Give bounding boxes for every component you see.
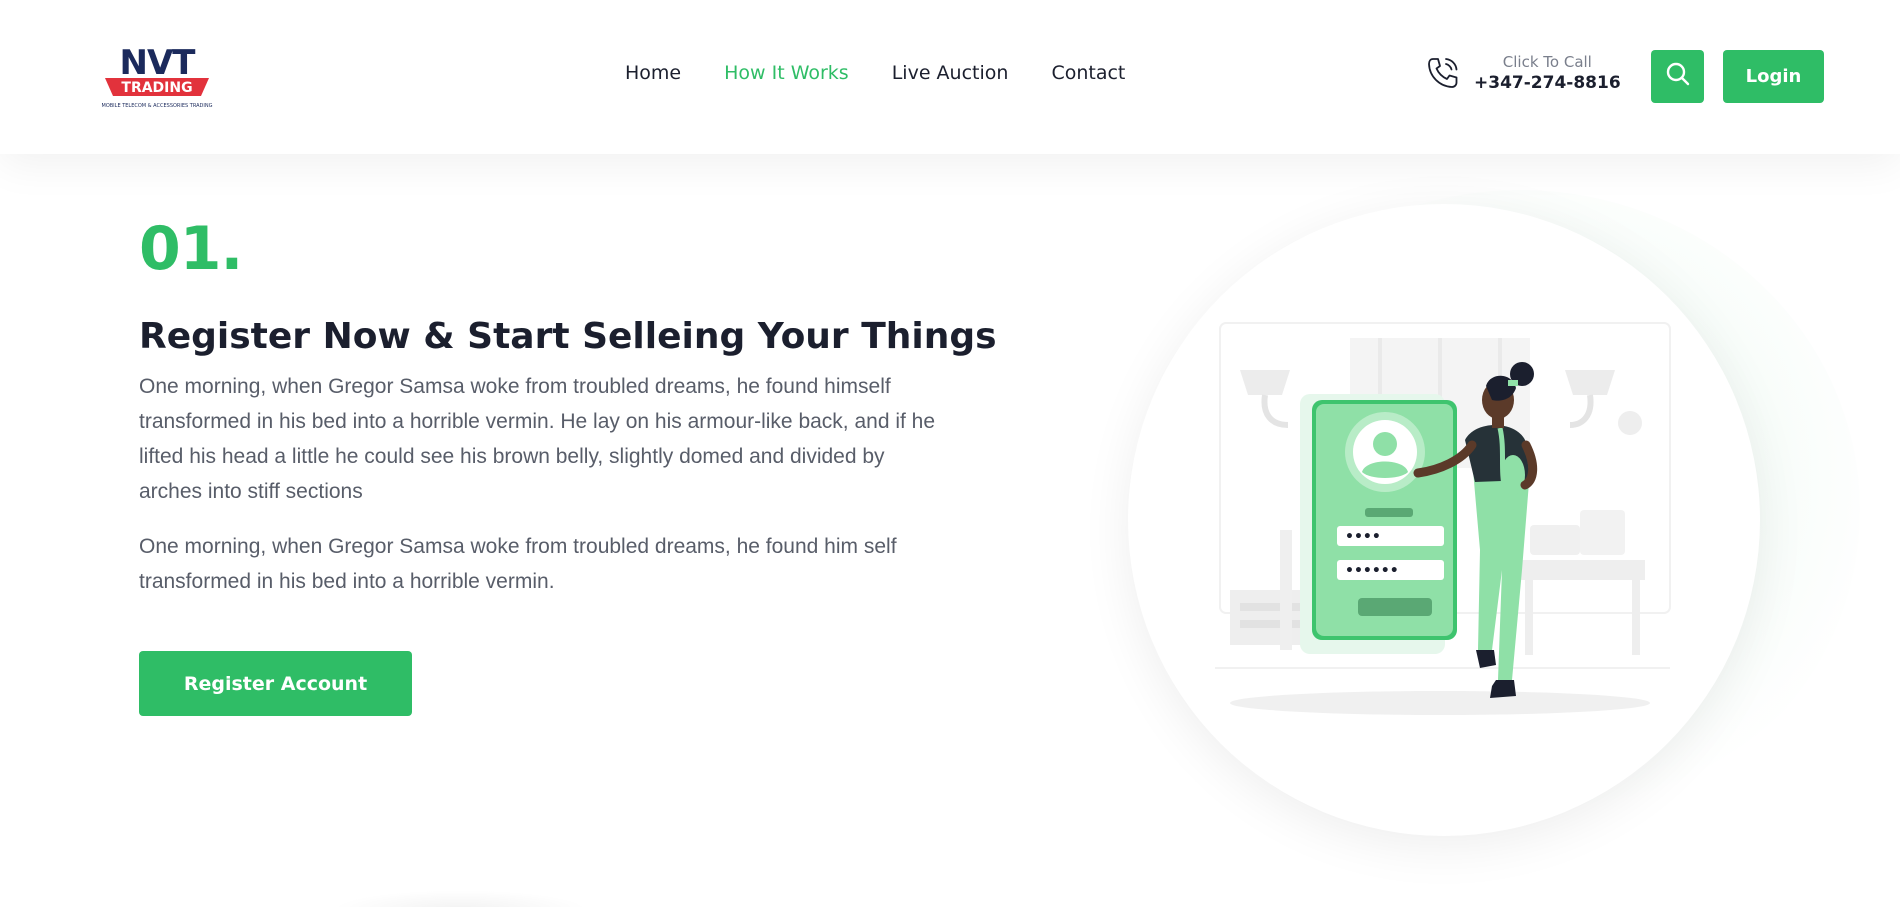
register-account-button[interactable]: Register Account xyxy=(139,651,412,716)
nav-home[interactable]: Home xyxy=(625,62,681,84)
svg-text:••••••: •••••• xyxy=(1345,563,1399,579)
search-icon xyxy=(1665,61,1691,92)
svg-text:NVT: NVT xyxy=(120,44,197,83)
site-logo[interactable]: NVT TRADING MOBILE TELECOM & ACCESSORIES… xyxy=(97,43,217,112)
click-to-call[interactable]: Click To Call +347-274-8816 xyxy=(1424,52,1621,94)
nav-live-auction[interactable]: Live Auction xyxy=(892,62,1009,84)
decorative-shadow xyxy=(330,890,590,907)
nav-how-it-works[interactable]: How It Works xyxy=(724,62,849,84)
section-paragraph-2: One morning, when Gregor Samsa woke from… xyxy=(139,535,897,593)
section-headline: Register Now & Start Selleing Your Thing… xyxy=(139,316,997,357)
call-number[interactable]: +347-274-8816 xyxy=(1474,72,1621,94)
site-header: NVT TRADING MOBILE TELECOM & ACCESSORIES… xyxy=(0,0,1900,154)
search-button[interactable] xyxy=(1651,50,1704,103)
section-paragraph-1: One morning, when Gregor Samsa woke from… xyxy=(139,375,936,503)
svg-text:••••: •••• xyxy=(1345,529,1381,545)
step-number: 01. xyxy=(139,214,243,284)
svg-text:TRADING: TRADING xyxy=(121,80,192,96)
register-illustration: •••• •••••• xyxy=(1200,320,1680,720)
call-label: Click To Call xyxy=(1502,53,1592,71)
nav-contact[interactable]: Contact xyxy=(1051,62,1125,84)
main-nav: Home How It Works Live Auction Contact xyxy=(625,62,1125,84)
phone-icon xyxy=(1424,54,1462,92)
login-button[interactable]: Login xyxy=(1723,50,1824,103)
svg-text:MOBILE TELECOM & ACCESSORIES T: MOBILE TELECOM & ACCESSORIES TRADING xyxy=(102,103,213,109)
